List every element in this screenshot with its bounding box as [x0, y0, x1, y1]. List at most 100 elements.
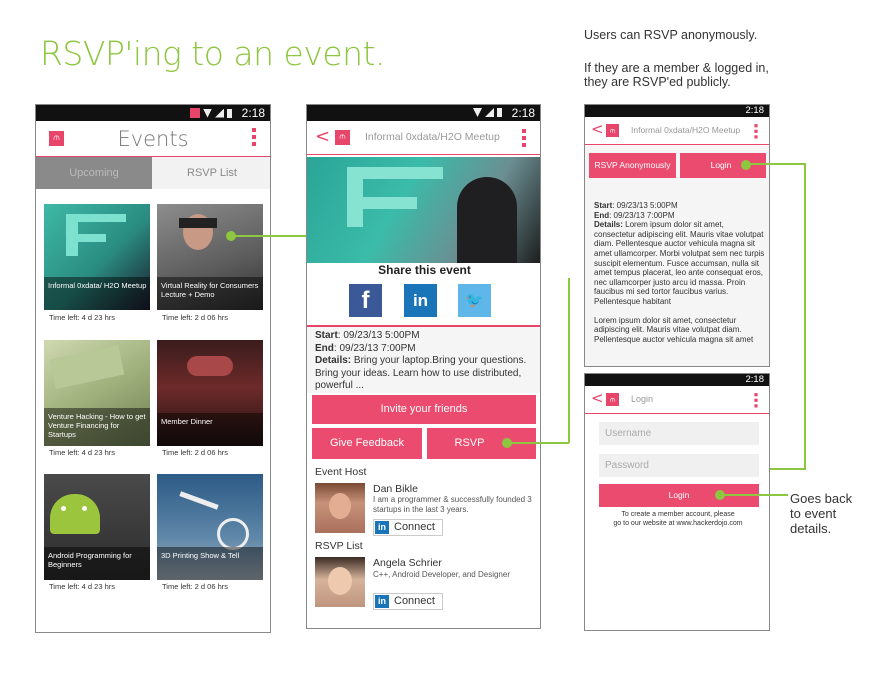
back-icon[interactable]: < [591, 120, 604, 138]
tab-upcoming[interactable]: Upcoming [36, 157, 152, 189]
status-icons [190, 108, 232, 118]
flow-connector [745, 163, 805, 165]
give-feedback-button[interactable]: Give Feedback [312, 428, 422, 459]
share-heading: Share this event [378, 263, 471, 277]
flow-connector [720, 494, 788, 496]
screen-title: Login [631, 394, 654, 404]
host-connect-button[interactable]: in Connect [373, 519, 443, 536]
app-logo-icon: ⫙ [335, 130, 350, 145]
status-time: 2:18 [745, 374, 765, 385]
end-row: End: 09/23/13 7:00PM [315, 343, 540, 356]
password-field[interactable]: Password [599, 454, 759, 477]
event-details-screen: 2:18 < ⫙ Informal 0xdata/H2O Meetup Shar… [306, 104, 541, 629]
event-tile-title: Android Programming for Beginners [44, 547, 150, 580]
details-label: Details: [594, 220, 623, 230]
login-button-label: Login [710, 160, 732, 170]
status-time: 2:18 [511, 106, 535, 120]
back-icon[interactable]: < [315, 126, 330, 147]
start-value: : 09/23/13 5:00PM [612, 201, 678, 210]
event-tile-title: Informal 0xdata/ H2O Meetup [44, 277, 150, 310]
note-goes-back-line-2: to event [790, 506, 837, 521]
attendee-bio: C++, Android Developer, and Designer [373, 570, 510, 579]
host-name: Dan Bikle [373, 483, 418, 495]
status-bar: 2:18 [585, 105, 769, 117]
status-bar: 2:18 [585, 374, 769, 386]
flow-connector [568, 278, 570, 443]
facebook-icon[interactable]: f [349, 284, 382, 317]
event-tile[interactable]: Android Programming for Beginners [44, 474, 150, 580]
overflow-menu-icon[interactable] [754, 393, 758, 410]
note-goes-back: Goes back to event details. [790, 491, 852, 536]
status-time: 2:18 [241, 106, 265, 120]
end-value: : 09/23/13 7:00PM [333, 342, 416, 354]
connect-label: Connect [394, 595, 435, 607]
event-tile-title: Member Dinner [157, 413, 263, 446]
details-label: Details: [315, 355, 352, 366]
attendee-connect-button[interactable]: in Connect [373, 593, 443, 610]
back-icon[interactable]: < [591, 389, 604, 407]
action-bar: < ⫙ Informal 0xdata/H2O Meetup [307, 121, 540, 155]
invite-friends-button[interactable]: Invite your friends [312, 395, 536, 424]
page-heading: RSVP'ing to an event. [40, 34, 386, 73]
event-time-left: Time left: 4 d 23 hrs [49, 448, 115, 457]
note-member-line-1: If they are a member & logged in, [584, 61, 769, 75]
details-value: Lorem ipsum dolor sit amet, consectetur … [594, 220, 765, 306]
event-time-left: Time left: 4 d 23 hrs [49, 582, 115, 591]
start-row: Start: 09/23/13 5:00PM [594, 201, 766, 211]
overflow-menu-icon[interactable] [522, 129, 526, 150]
twitter-icon[interactable]: 🐦 [458, 284, 491, 317]
event-time-left: Time left: 2 d 06 hrs [162, 582, 228, 591]
event-host-heading: Event Host [315, 466, 367, 478]
start-label: Start [315, 330, 338, 341]
event-tile[interactable]: Virtual Reality for Consumers Lecture + … [157, 204, 263, 310]
action-bar: < ⫙ Login [585, 386, 769, 414]
linkedin-icon[interactable]: in [404, 284, 437, 317]
linkedin-icon: in [375, 595, 389, 608]
app-logo-icon: ⫙ [606, 124, 619, 137]
flow-connector [804, 163, 806, 469]
signup-note-line-1: To create a member account, please [621, 511, 735, 518]
login-submit-button[interactable]: Login [599, 484, 759, 507]
event-tile-title: Venture Hacking - How to get Venture Fin… [44, 408, 150, 446]
signal-icon [215, 108, 224, 118]
action-bar: < ⫙ Informal 0xdata/H2O Meetup [585, 117, 769, 145]
event-time-left: Time left: 2 d 06 hrs [162, 313, 228, 322]
status-time: 2:18 [745, 105, 765, 116]
note-goes-back-line-1: Goes back [790, 491, 853, 506]
flow-connector [235, 235, 307, 237]
event-info: Start: 09/23/13 5:00PM End: 09/23/13 7:0… [315, 330, 540, 393]
flow-connector [508, 442, 569, 444]
event-tile-title: Virtual Reality for Consumers Lecture + … [157, 277, 263, 310]
event-tile[interactable]: 3D Printing Show & Tell [157, 474, 263, 580]
status-icons [473, 108, 502, 117]
event-tile[interactable]: Venture Hacking - How to get Venture Fin… [44, 340, 150, 446]
rsvp-list-heading: RSVP List [315, 540, 363, 552]
event-info: Start: 09/23/13 5:00PM End: 09/23/13 7:0… [594, 201, 766, 344]
rsvp-button-label: RSVP [454, 437, 485, 449]
end-label: End [315, 342, 334, 354]
tab-rsvp-list[interactable]: RSVP List [152, 157, 270, 189]
end-label: End [594, 210, 610, 220]
status-bar: 2:18 [36, 105, 270, 121]
details-row: Details: Bring your laptop.Bring your qu… [315, 355, 540, 393]
signup-note-line-2: go to our website at www.hackerdojo.com [613, 519, 743, 527]
overflow-menu-icon[interactable] [252, 128, 256, 149]
host-bio: I am a programmer & successfully founded… [373, 495, 532, 514]
signal-icon [485, 108, 494, 117]
note-member-line-2: they are RSVP'ed publicly. [584, 75, 731, 89]
event-time-left: Time left: 2 d 06 hrs [162, 448, 228, 457]
login-button[interactable]: Login [680, 153, 766, 178]
details-paragraph: Lorem ipsum dolor sit amet, consectetur … [594, 315, 754, 344]
linkedin-icon: in [375, 521, 389, 534]
notification-icon [190, 108, 200, 118]
screen-title: Informal 0xdata/H2O Meetup [365, 131, 500, 143]
screen-title: Events [117, 127, 189, 151]
rsvp-anonymously-button[interactable]: RSVP Anonymously [589, 153, 676, 178]
username-field[interactable]: Username [599, 422, 759, 445]
flow-dot [741, 160, 751, 170]
event-tile[interactable]: Informal 0xdata/ H2O Meetup [44, 204, 150, 310]
overflow-menu-icon[interactable] [754, 124, 758, 141]
rsvp-button[interactable]: RSVP [427, 428, 536, 459]
event-tile[interactable]: Member Dinner [157, 340, 263, 446]
rsvp-options-screen: 2:18 < ⫙ Informal 0xdata/H2O Meetup RSVP… [584, 104, 770, 367]
